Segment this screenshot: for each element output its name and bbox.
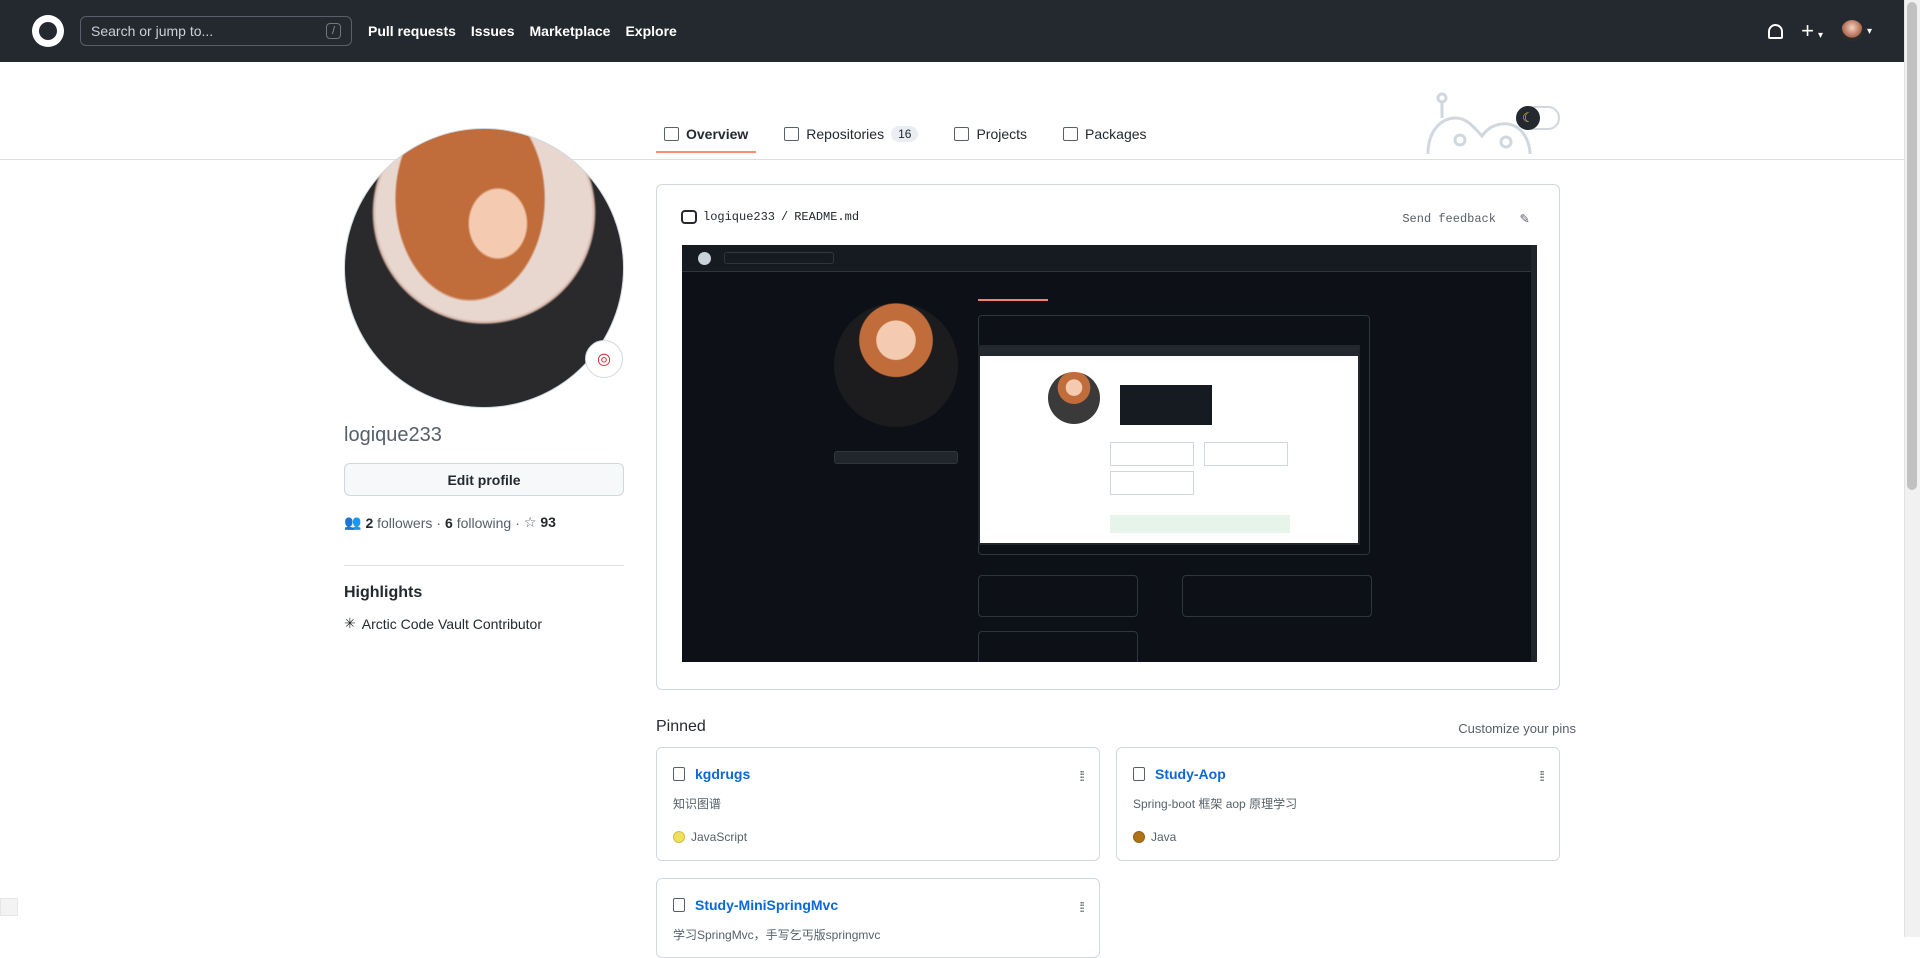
repo-description: 学习SpringMvc，手写乞丐版springmvc xyxy=(673,928,881,942)
tab-repositories[interactable]: Repositories 16 xyxy=(776,116,926,152)
path-separator: / xyxy=(781,210,789,224)
send-feedback-link[interactable]: Send feedback xyxy=(1402,212,1496,226)
pencil-icon[interactable]: ✎ xyxy=(1520,209,1529,228)
followers-count: 2 xyxy=(365,514,374,531)
mini-pin-card xyxy=(978,631,1138,662)
pinned-repo-card: kgdrugs ⁞⁞ 知识图谱 JavaScript xyxy=(656,747,1100,861)
separator: · xyxy=(436,514,442,531)
pinned-repo-card: Study-MiniSpringMvc ⁞⁞ 学习SpringMvc，手写乞丐版… xyxy=(656,878,1100,958)
profile-tabs: Overview Repositories 16 Projects Packag… xyxy=(656,116,1155,153)
github-logo-icon[interactable] xyxy=(32,15,64,47)
repo-description: Spring-boot 框架 aop 原理学习 xyxy=(1133,797,1298,811)
mini-header xyxy=(682,245,1537,272)
follow-stats: 👥 2 followers · 6 following · ☆ 93 xyxy=(344,514,556,531)
repositories-count: 16 xyxy=(891,126,919,142)
highlights-heading: Highlights xyxy=(344,584,423,601)
tab-overview[interactable]: Overview xyxy=(656,116,757,153)
stars-link[interactable]: ☆ 93 xyxy=(524,514,556,531)
drag-grip-icon[interactable]: ⁞⁞ xyxy=(1079,768,1085,784)
repo-description: 知识图谱 xyxy=(673,797,722,811)
highlight-arctic-vault: ✳ Arctic Code Vault Contributor xyxy=(344,615,542,632)
drag-grip-icon[interactable]: ⁞⁞ xyxy=(1079,899,1085,915)
following-label: following xyxy=(456,514,512,531)
user-avatar-small xyxy=(1840,20,1863,42)
mini-pin-card xyxy=(978,575,1138,617)
followers-link[interactable]: 2 followers xyxy=(365,515,432,531)
repo-icon xyxy=(673,767,685,781)
caret-down-icon: ▾ xyxy=(1817,29,1823,41)
corner-widget-icon[interactable] xyxy=(0,898,18,916)
profile-username: logique233 xyxy=(344,424,442,446)
repo-name-link[interactable]: kgdrugs xyxy=(695,766,750,782)
readme-path: logique233 / README.md xyxy=(681,210,859,224)
mini-scrollbar xyxy=(1531,245,1537,662)
search-input[interactable]: Search or jump to... / xyxy=(80,16,352,46)
search-shortcut-badge: / xyxy=(325,23,341,39)
mini-github-logo-icon xyxy=(698,251,711,265)
nav-issues[interactable]: Issues xyxy=(471,23,515,39)
repo-name-link[interactable]: Study-MiniSpringMvc xyxy=(695,897,838,913)
profile-readme: logique233 / README.md Send feedback ✎ xyxy=(656,184,1560,690)
language-color-dot xyxy=(1133,831,1145,843)
language-color-dot xyxy=(673,831,685,843)
pinned-repo-card: Study-Aop ⁞⁞ Spring-boot 框架 aop 原理学习 Jav… xyxy=(1116,747,1560,861)
mini-active-tab xyxy=(978,299,1048,301)
caret-down-icon: ▾ xyxy=(1866,25,1872,37)
project-icon xyxy=(954,127,970,141)
mini-search-box xyxy=(724,252,834,264)
separator: · xyxy=(515,514,520,531)
mini-pin-card xyxy=(1182,575,1372,617)
package-icon xyxy=(1063,127,1079,141)
book-icon xyxy=(664,127,679,141)
repo-icon xyxy=(673,898,685,912)
nav-pull-requests[interactable]: Pull requests xyxy=(368,23,456,39)
people-icon: 👥 xyxy=(344,514,362,530)
tab-repositories-label: Repositories xyxy=(806,126,885,142)
tab-packages-label: Packages xyxy=(1085,126,1147,142)
repo-name-link[interactable]: Study-Aop xyxy=(1155,766,1226,782)
arctic-vault-link[interactable]: Arctic Code Vault Contributor xyxy=(362,616,542,632)
repo-language: JavaScript xyxy=(673,830,747,844)
customize-pins-link[interactable]: Customize your pins xyxy=(1458,721,1576,736)
scrollbar-thumb[interactable] xyxy=(1907,2,1917,490)
nav-explore[interactable]: Explore xyxy=(625,23,676,39)
readme-screenshot-image xyxy=(682,245,1537,662)
tab-overview-label: Overview xyxy=(686,126,749,142)
octocat-icon xyxy=(681,210,697,224)
tab-projects[interactable]: Projects xyxy=(946,116,1035,152)
profile-avatar[interactable] xyxy=(344,128,624,408)
user-menu[interactable]: ▾ xyxy=(1840,20,1872,42)
repo-icon xyxy=(784,127,800,141)
snowflake-icon: ✳ xyxy=(344,615,356,631)
following-count: 6 xyxy=(445,514,453,531)
notification-bell-icon[interactable] xyxy=(1768,23,1784,39)
mini-avatar-image xyxy=(834,303,958,427)
followers-label: followers xyxy=(377,514,433,531)
language-label: JavaScript xyxy=(691,830,748,844)
page-scrollbar[interactable] xyxy=(1904,0,1920,937)
repo-icon xyxy=(1133,767,1145,781)
edit-profile-button[interactable]: Edit profile xyxy=(344,463,624,496)
repo-language: Java xyxy=(1133,830,1176,844)
readme-file-link[interactable]: README.md xyxy=(794,210,859,224)
readme-user-link[interactable]: logique233 xyxy=(703,210,775,224)
tab-packages[interactable]: Packages xyxy=(1055,116,1154,152)
plus-icon: + xyxy=(1801,17,1814,43)
star-icon: ☆ xyxy=(523,514,537,530)
mini-edit-button xyxy=(834,451,958,464)
language-label: Java xyxy=(1151,830,1177,844)
global-header: Search or jump to... / Pull requests Iss… xyxy=(0,0,1904,62)
sidebar-divider xyxy=(344,565,624,566)
search-placeholder: Search or jump to... xyxy=(91,23,214,39)
status-target-icon[interactable]: ◎ xyxy=(585,340,623,378)
tab-projects-label: Projects xyxy=(976,126,1028,142)
stars-count: 93 xyxy=(540,514,556,530)
pinned-heading: Pinned xyxy=(656,718,706,735)
create-new-menu[interactable]: + ▾ xyxy=(1801,17,1823,43)
drag-grip-icon[interactable]: ⁞⁞ xyxy=(1539,768,1545,784)
nested-screenshot-image xyxy=(978,345,1360,545)
following-link[interactable]: 6 following xyxy=(445,515,511,531)
moon-icon[interactable]: ☾ xyxy=(1516,106,1540,130)
nav-marketplace[interactable]: Marketplace xyxy=(530,23,611,39)
